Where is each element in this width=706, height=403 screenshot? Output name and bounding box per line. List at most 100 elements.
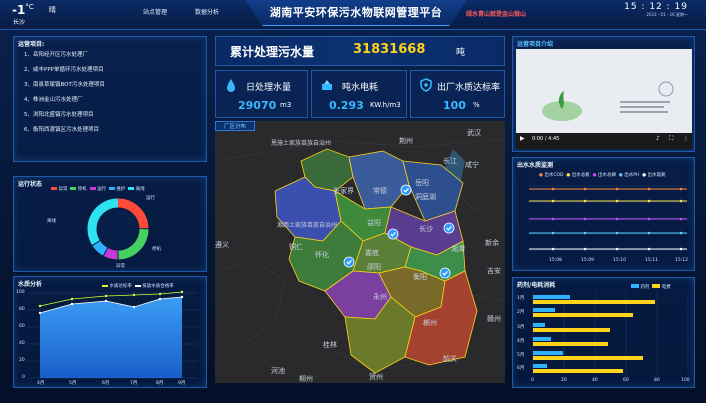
- slogan: 绿水青山就是金山银山: [466, 11, 527, 18]
- donut-label: 异常: [116, 264, 125, 269]
- fullscreen-icon[interactable]: ⛶: [669, 135, 673, 143]
- weather-widget: -1°C 晴 长沙: [12, 3, 56, 26]
- y-tick: 5月: [517, 353, 525, 358]
- power-icon: [322, 80, 332, 90]
- map-label: 桂林: [323, 340, 337, 349]
- x-tick: 0: [531, 378, 534, 383]
- map-tab[interactable]: 厂区分布: [215, 121, 256, 131]
- total-value: 31831668: [353, 42, 426, 57]
- kpi-label: 吨水电耗: [342, 83, 379, 93]
- donut-label: 运行: [146, 196, 155, 201]
- y-tick: 60: [19, 324, 25, 329]
- clock-date: 2023 - 01 - 16 星期一: [646, 12, 688, 17]
- x-tick: 40: [592, 378, 598, 383]
- play-icon[interactable]: ▶: [520, 135, 525, 142]
- map-label: 荆州: [399, 136, 413, 145]
- nav-analysis[interactable]: 数据分析: [195, 7, 219, 16]
- kpi-value: 0.293: [329, 99, 364, 112]
- site-marker[interactable]: [439, 267, 451, 279]
- x-tick: 80: [654, 378, 660, 383]
- clock: 15 : 12 : 19 2023 - 01 - 16 星期一: [624, 2, 688, 18]
- energy-bars: [533, 295, 655, 373]
- project-item[interactable]: 1、岳阳经开区污水处理厂: [24, 51, 105, 66]
- map-label: 柳州: [299, 374, 313, 383]
- donut-label: 停机: [152, 247, 161, 252]
- x-tick: 4月: [37, 381, 45, 386]
- kpi-value: 29070: [238, 99, 277, 112]
- status-donut: [87, 198, 149, 260]
- map-label: 吉安: [487, 266, 501, 275]
- project-item[interactable]: 4、株洲金山污水处理厂: [24, 96, 105, 111]
- map-label: 衡阳: [413, 272, 427, 281]
- status-panel: 运行状态 异常 停机 运行 维护 离线 运行 停机 异常 离线: [13, 176, 207, 272]
- kpi-unit: m3: [280, 101, 292, 109]
- y-tick: 6月: [517, 366, 525, 371]
- y-tick: 80: [19, 307, 25, 312]
- map-label: 岳阳: [415, 178, 429, 187]
- map-label: 怀化: [315, 250, 329, 259]
- project-item[interactable]: 3、南县草尾镇BOT污水处理项目: [24, 81, 105, 96]
- temperature: -1: [12, 3, 26, 17]
- page-title: 湖南平安环保污水物联网管理平台: [269, 6, 443, 19]
- nav-sites[interactable]: 站点管理: [143, 7, 167, 16]
- site-marker[interactable]: [400, 184, 412, 196]
- map-label: 新余: [485, 238, 499, 247]
- site-marker[interactable]: [343, 256, 355, 268]
- water-area-chart: [28, 290, 198, 379]
- y-tick: 4月: [517, 339, 525, 344]
- more-icon[interactable]: ⋮: [683, 135, 689, 142]
- map-label: 长沙: [419, 224, 433, 233]
- video-frame: [516, 81, 692, 149]
- projects-panel: 运营项目: 1、岳阳经开区污水处理厂 2、咸丰PPP单循环污水处理项目 3、南县…: [13, 36, 207, 162]
- y-tick: 20: [19, 358, 25, 363]
- project-item[interactable]: 5、浏阳北盛镇污水处理项目: [24, 111, 105, 126]
- project-list: 1、岳阳经开区污水处理厂 2、咸丰PPP单循环污水处理项目 3、南县草尾镇BOT…: [24, 51, 105, 141]
- map-label: 恩施土家族苗族自治州: [271, 139, 331, 147]
- video-panel: 运营项目介绍 ▶ 0:00 / 4:45 ♪ ⛶ ⋮: [512, 36, 695, 152]
- map-label: 河池: [271, 366, 285, 375]
- monitor-line-chart: [527, 185, 689, 251]
- project-item[interactable]: 6、衡阳西渡镇区污水处理项目: [24, 126, 105, 141]
- province-map[interactable]: 恩施土家族苗族自治州 荆州 武汉 咸宁 长江 张家界 常德 岳阳 洞庭湖 湘西土…: [215, 121, 505, 383]
- map-label: 邵阳: [367, 262, 381, 271]
- x-tick: 100: [681, 378, 690, 383]
- x-tick: 7月: [130, 381, 138, 386]
- map-label: 长江: [443, 156, 457, 165]
- map-label: 赣州: [487, 314, 501, 323]
- volume-icon[interactable]: ♪: [656, 135, 660, 142]
- x-tick: 5月: [69, 381, 77, 386]
- project-item[interactable]: 2、咸丰PPP单循环污水处理项目: [24, 66, 105, 81]
- site-marker[interactable]: [387, 228, 399, 240]
- x-tick: 15:12: [675, 258, 688, 263]
- x-tick: 60: [623, 378, 629, 383]
- kpi-value: 100: [443, 99, 466, 112]
- kpi-unit: KW.h/m3: [370, 101, 401, 109]
- donut-label: 离线: [47, 219, 56, 224]
- title-plate: 湖南平安环保污水物联网管理平台: [245, 0, 467, 26]
- map-label: 湘西土家族苗族自治州: [277, 221, 337, 229]
- y-tick: 3月: [517, 325, 525, 330]
- video-player[interactable]: ▶ 0:00 / 4:45 ♪ ⛶ ⋮: [516, 49, 692, 149]
- kpi-label: 日处理水量: [246, 83, 292, 93]
- y-tick: 1月: [517, 296, 525, 301]
- map-label: 张家界: [333, 186, 354, 195]
- map-label: 永州: [373, 292, 387, 301]
- monitor-panel: 出水水质监测 ● 出水COD ● 出水总氮 ● 出水总磷 ● 出水PH ● 出水…: [512, 157, 695, 271]
- map-label: 益阳: [367, 218, 381, 227]
- y-tick: 2月: [517, 310, 525, 315]
- x-tick: 15:11: [645, 258, 658, 263]
- x-tick: 9月: [178, 381, 186, 386]
- weather-condition: 晴: [48, 6, 56, 14]
- dashboard-root: -1°C 晴 长沙 站点管理 数据分析 湖南平安环保污水物联网管理平台 绿水青山…: [0, 0, 706, 403]
- site-marker[interactable]: [443, 222, 455, 234]
- map-svg: 恩施土家族苗族自治州 荆州 武汉 咸宁 长江 张家界 常德 岳阳 洞庭湖 湘西土…: [215, 121, 505, 383]
- weather-location: 长沙: [13, 19, 26, 26]
- kpi-daily-volume: 日处理水量 29070 m3: [215, 70, 308, 118]
- top-bar: -1°C 晴 长沙 站点管理 数据分析 湖南平安环保污水物联网管理平台 绿水青山…: [0, 0, 706, 30]
- map-label: 遵义: [215, 240, 229, 249]
- x-tick: 15:10: [613, 258, 626, 263]
- kpi-compliance: 出厂水质达标率 100 %: [410, 70, 505, 118]
- map-label: 洞庭湖: [415, 192, 436, 201]
- map-label: 湘潭: [451, 244, 465, 253]
- y-tick: 100: [16, 290, 25, 295]
